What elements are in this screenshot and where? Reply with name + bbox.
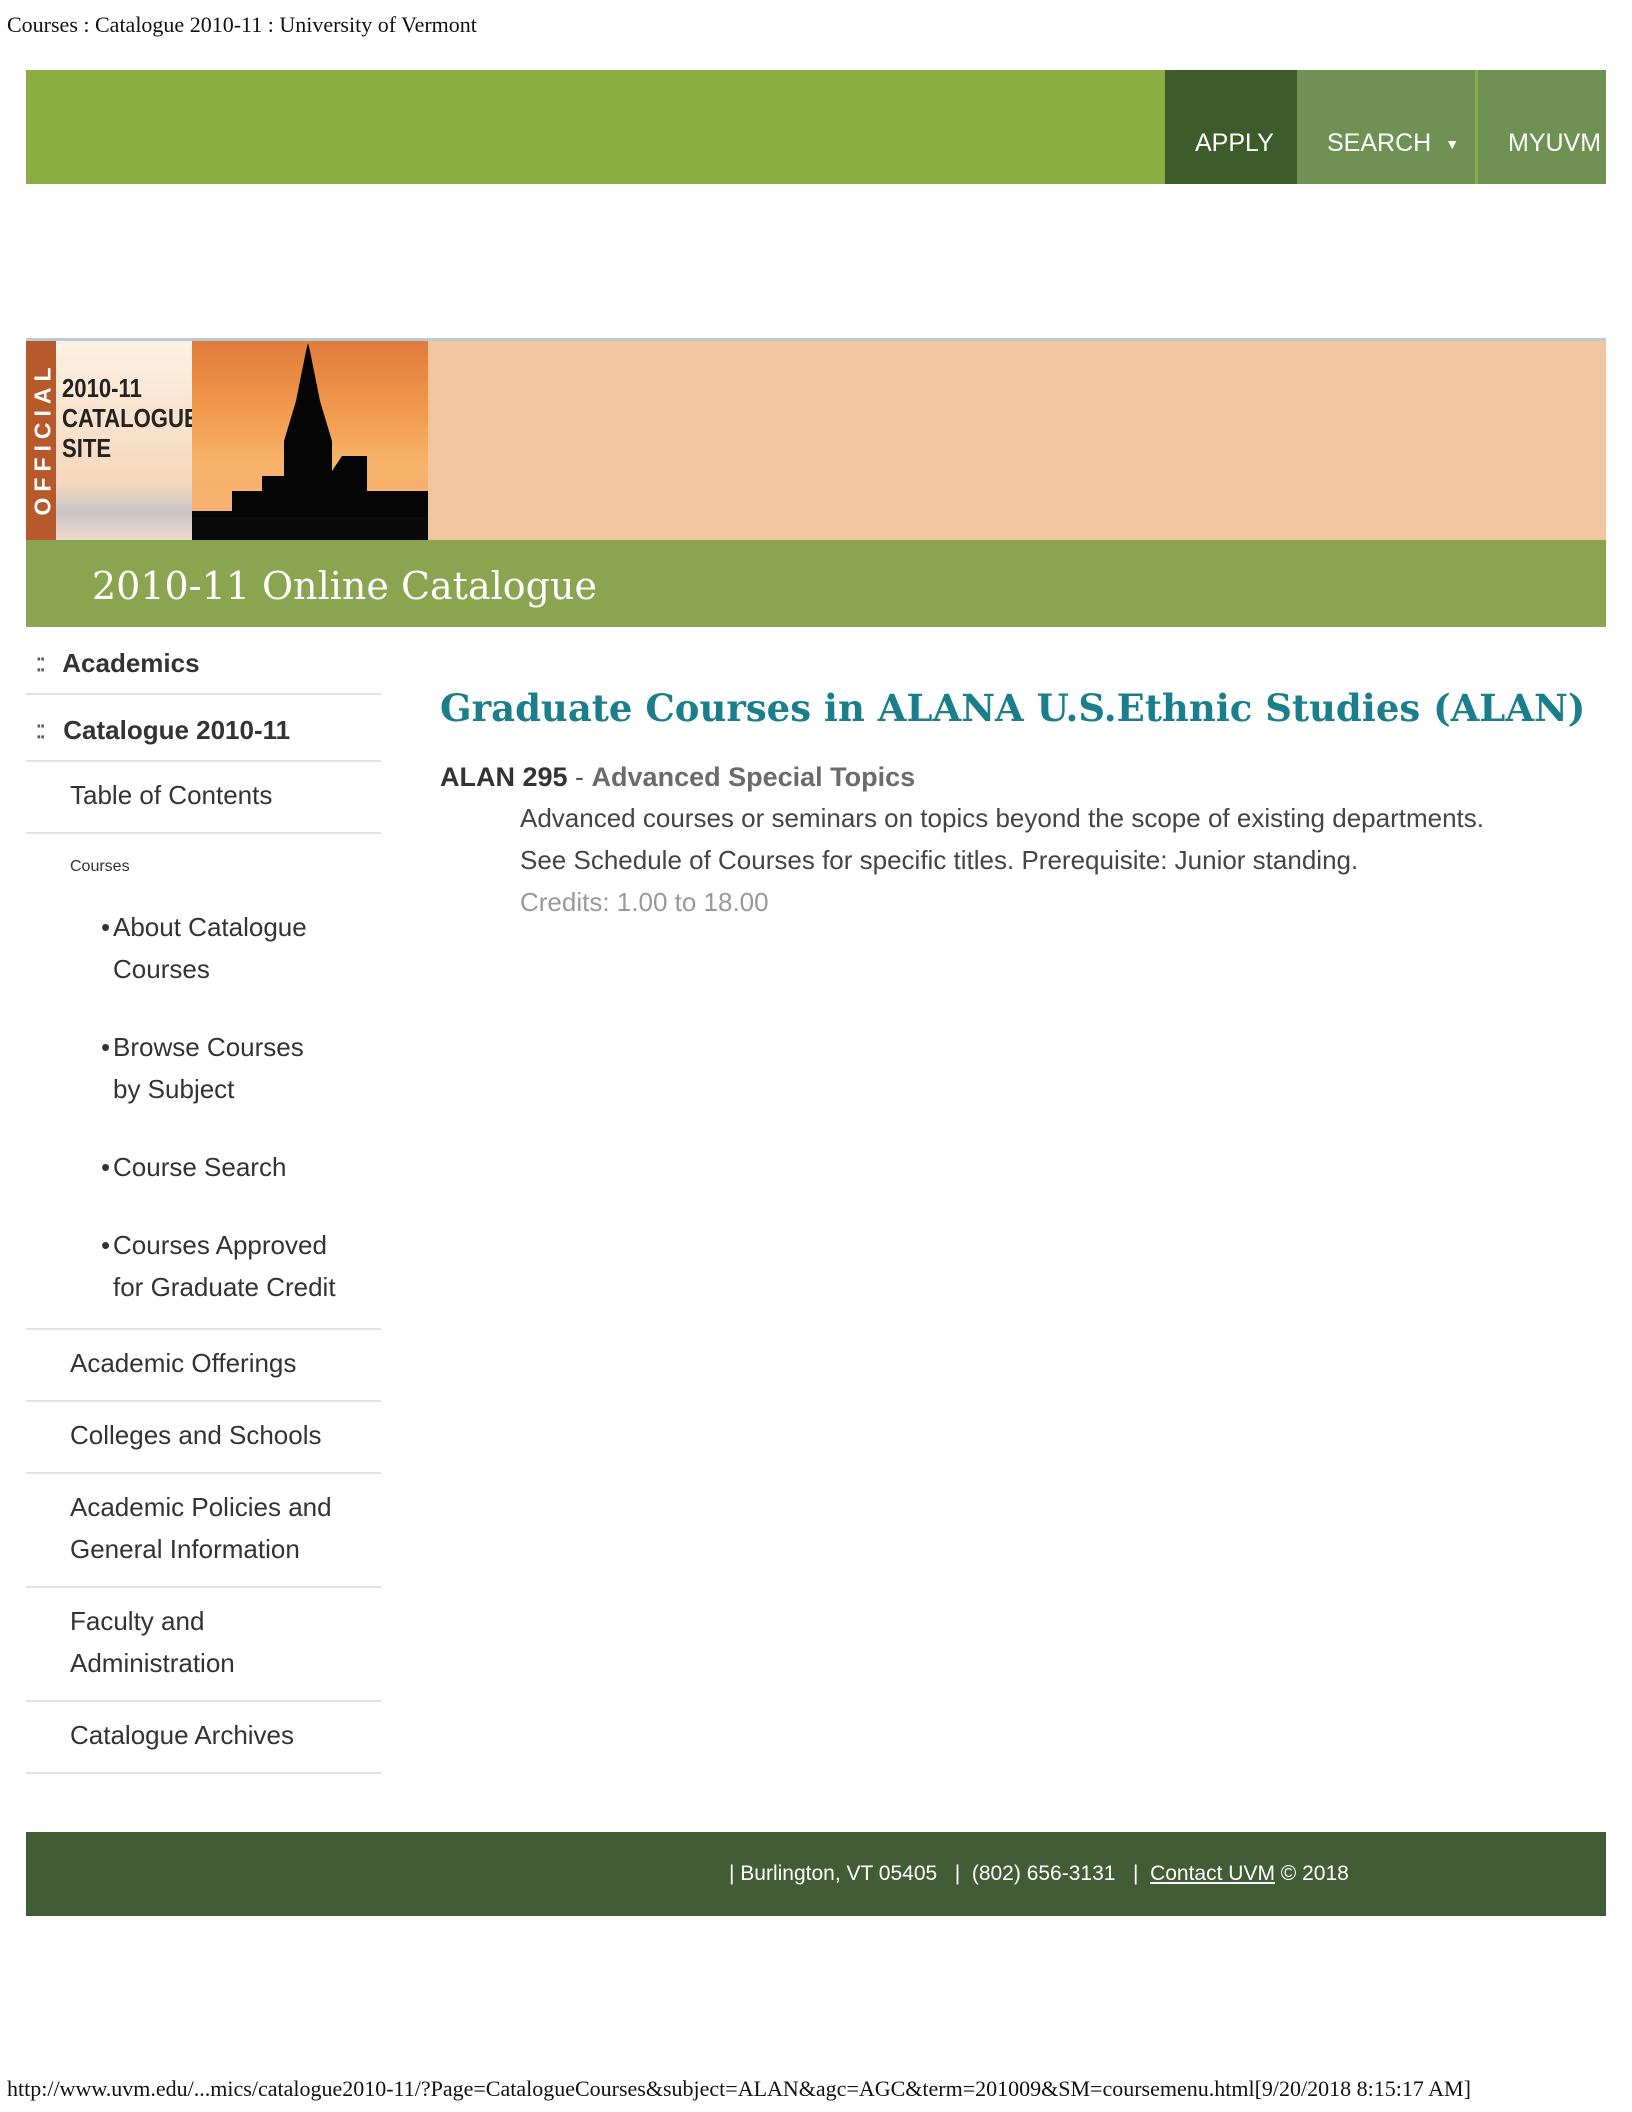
myuvm-link[interactable]: MYUVM: [1478, 70, 1606, 184]
official-catalogue-image: OFFICIAL 2010-11 CATALOGUE SITE: [26, 341, 428, 543]
sidebar-subitem-browse-by-subject[interactable]: • Browse Courses by Subject: [26, 1022, 381, 1114]
course-code: ALAN 295: [440, 762, 568, 792]
sidebar-item-label: Colleges and Schools: [70, 1420, 322, 1450]
footer-address: | Burlington, VT 05405 | (802) 656-3131 …: [729, 1862, 1151, 1885]
sidebar-item-catalogue-archives[interactable]: Catalogue Archives: [26, 1702, 381, 1774]
apply-label: APPLY: [1195, 129, 1274, 157]
sidebar-item-academics[interactable]: ⁚⁚ Academics: [26, 640, 381, 695]
sidebar-item-faculty[interactable]: Faculty and Administration: [26, 1588, 381, 1702]
sidebar-item-courses[interactable]: Courses: [26, 846, 381, 902]
footer-copyright: © 2018: [1274, 1862, 1349, 1885]
course-separator: -: [567, 762, 592, 792]
banner-line-site: SITE: [62, 433, 112, 463]
sidebar-subitem-course-search[interactable]: • Course Search: [26, 1142, 381, 1192]
sidebar-item-label: Administration: [70, 1648, 235, 1678]
course-heading: ALAN 295 - Advanced Special Topics: [440, 762, 1620, 793]
sidebar-nav: ⁚⁚ Academics ⁚⁚ Catalogue 2010-11 Table …: [26, 640, 381, 1774]
contact-uvm-link[interactable]: Contact UVM: [1150, 1862, 1275, 1885]
sidebar-courses-group: Courses • About Catalogue Courses • Browse…: [26, 834, 381, 1330]
sidebar-subitem-label: Courses: [113, 954, 210, 984]
page-title: Graduate Courses in ALANA U.S.Ethnic Stu…: [440, 686, 1586, 730]
sidebar-subitem-label: Courses Approved: [113, 1230, 327, 1260]
sidebar-subitem-about-courses[interactable]: • About Catalogue Courses: [26, 902, 381, 994]
site-footer: | Burlington, VT 05405 | (802) 656-3131 …: [26, 1832, 1606, 1916]
top-nav-links: APPLY SEARCH ▼ MYUVM: [1165, 70, 1606, 184]
sidebar-item-label: Academics: [62, 648, 200, 678]
sidebar-subitem-label: Browse Courses: [113, 1032, 304, 1062]
apply-link[interactable]: APPLY: [1165, 70, 1297, 184]
sidebar-item-academic-offerings[interactable]: Academic Offerings: [26, 1330, 381, 1402]
catalogue-title: 2010-11 Online Catalogue: [92, 564, 597, 608]
course-credits: Credits: 1.00 to 18.00: [520, 887, 769, 917]
sidebar-item-label: Faculty and: [70, 1606, 205, 1636]
official-strip: OFFICIAL: [26, 341, 56, 543]
steeple-silhouette-image: [192, 341, 428, 543]
myuvm-label: MYUVM: [1508, 129, 1602, 157]
course-description: Advanced courses or seminars on topics b…: [520, 803, 1484, 875]
bullet-icon: •: [101, 1230, 111, 1260]
sidebar-subitem-label: About Catalogue: [113, 912, 307, 942]
main-content: Graduate Courses in ALANA U.S.Ethnic Stu…: [440, 686, 1620, 923]
bullet-icon: •: [101, 1032, 111, 1062]
top-navigation-bar: APPLY SEARCH ▼ MYUVM: [26, 70, 1606, 184]
building-silhouette-icon: [192, 343, 428, 543]
banner-line-catalogue: CATALOGUE: [62, 403, 199, 433]
page-header: Courses : Catalogue 2010-11 : University…: [7, 12, 477, 37]
catalogue-banner: OFFICIAL 2010-11 CATALOGUE SITE: [26, 338, 1606, 543]
sidebar-item-academic-policies[interactable]: Academic Policies and General Informatio…: [26, 1474, 381, 1588]
bullet-icon: •: [101, 912, 111, 942]
sidebar-subitem-label: by Subject: [113, 1074, 235, 1104]
banner-line-year: 2010-11: [62, 373, 142, 403]
catalogue-site-panel: 2010-11 CATALOGUE SITE: [56, 341, 199, 543]
sidebar-item-label: Academic Policies and: [70, 1492, 332, 1522]
sidebar-item-table-of-contents[interactable]: Table of Contents: [26, 762, 381, 834]
grip-icon: ⁚⁚: [36, 721, 45, 742]
sidebar-item-label: Courses: [70, 858, 130, 875]
grip-icon: ⁚⁚: [36, 654, 45, 675]
sidebar-item-colleges[interactable]: Colleges and Schools: [26, 1402, 381, 1474]
catalogue-title-bar: 2010-11 Online Catalogue: [26, 540, 1606, 627]
footer-contact-info: | Burlington, VT 05405 | (802) 656-3131 …: [729, 1862, 1349, 1886]
search-dropdown[interactable]: SEARCH ▼: [1297, 70, 1478, 184]
bullet-icon: •: [101, 1152, 111, 1182]
sidebar-item-label: General Information: [70, 1534, 300, 1564]
sidebar-item-label: Catalogue Archives: [70, 1720, 295, 1750]
sidebar-item-catalogue[interactable]: ⁚⁚ Catalogue 2010-11: [26, 695, 381, 762]
sidebar-subitem-graduate-credit[interactable]: • Courses Approved for Graduate Credit: [26, 1220, 381, 1312]
sidebar-item-label: Catalogue 2010-11: [63, 715, 291, 745]
page-url-footer: http://www.uvm.edu/...mics/catalogue2010…: [7, 2076, 1471, 2101]
sidebar-item-label: Table of Contents: [70, 780, 273, 810]
course-name: Advanced Special Topics: [591, 762, 916, 792]
sidebar-subitem-label: Course Search: [113, 1152, 287, 1182]
caret-down-icon: ▼: [1445, 136, 1460, 152]
sidebar-item-label: Academic Offerings: [70, 1348, 297, 1378]
search-label: SEARCH: [1327, 129, 1432, 157]
official-label: OFFICIAL: [29, 361, 56, 516]
sidebar-subitem-label: for Graduate Credit: [113, 1272, 336, 1302]
